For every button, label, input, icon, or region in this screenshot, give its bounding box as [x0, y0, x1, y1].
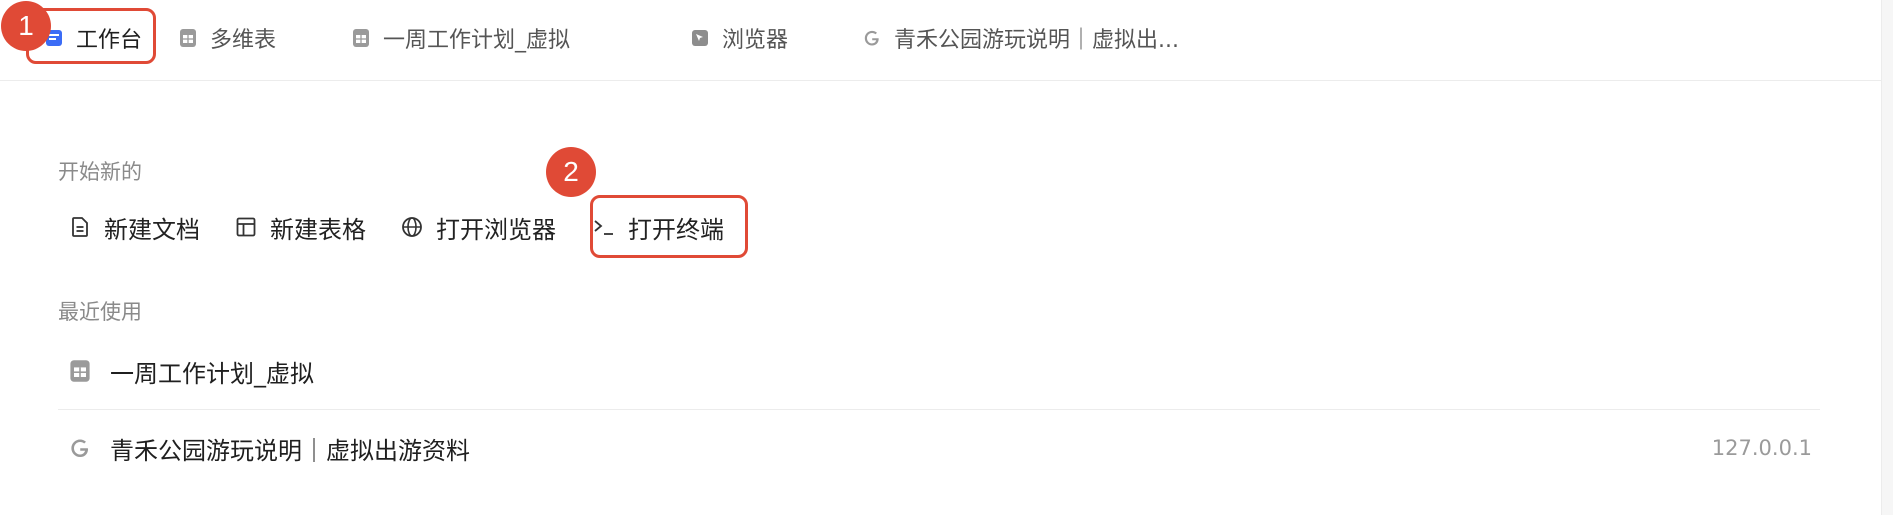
browser-icon: [692, 30, 708, 46]
action-label: 打开浏览器: [436, 215, 556, 244]
table-doc-icon: [353, 29, 369, 47]
recent-item-label: 青禾公园游玩说明｜虚拟出游资料: [110, 436, 470, 465]
table-doc-icon: [180, 29, 196, 47]
recent-item[interactable]: 青禾公园游玩说明｜虚拟出游资料 127.0.0.1: [58, 412, 1820, 484]
action-label: 新建文档: [104, 215, 200, 244]
new-document-button[interactable]: 新建文档: [68, 207, 200, 247]
tab-weekly-plan[interactable]: 一周工作计划_虚拟: [351, 16, 570, 60]
step-badge-1: 1: [1, 1, 51, 51]
recent-title: 最近使用: [58, 300, 142, 324]
recent-item-host: 127.0.0.1: [1711, 436, 1812, 460]
sheet-icon: [236, 217, 256, 237]
vertical-scrollbar[interactable]: [1881, 0, 1893, 515]
divider: [58, 409, 1820, 410]
table-doc-icon: [70, 360, 90, 382]
tab-label: 浏览器: [722, 28, 789, 53]
recent-item[interactable]: 一周工作计划_虚拟: [58, 335, 1820, 407]
document-icon: [72, 217, 88, 237]
tab-label: 一周工作计划_虚拟: [383, 28, 571, 53]
tab-multidimensional-table[interactable]: 多维表: [178, 16, 276, 60]
google-icon: [71, 439, 89, 457]
recent-item-label: 一周工作计划_虚拟: [110, 359, 314, 388]
tab-browser[interactable]: 浏览器: [690, 16, 788, 60]
new-sheet-button[interactable]: 新建表格: [234, 207, 366, 247]
start-new-title: 开始新的: [58, 160, 142, 184]
action-label: 新建表格: [270, 215, 366, 244]
tab-bar: 工作台 多维表 一周工作计划_虚拟 浏览器 青禾公园游玩说明｜虚拟出...: [0, 0, 1881, 81]
google-icon: [864, 30, 879, 46]
globe-icon: [402, 217, 422, 237]
workspace-page: 工作台 多维表 一周工作计划_虚拟 浏览器 青禾公园游玩说明｜虚拟出... 开始…: [0, 0, 1893, 515]
tab-label: 多维表: [210, 28, 277, 53]
step-badge-2: 2: [546, 147, 596, 197]
open-browser-button[interactable]: 打开浏览器: [400, 207, 556, 247]
highlight-box-2: [590, 195, 748, 258]
tab-label: 青禾公园游玩说明｜虚拟出...: [894, 28, 1179, 53]
tab-qinghe-park[interactable]: 青禾公园游玩说明｜虚拟出...: [862, 16, 1179, 60]
